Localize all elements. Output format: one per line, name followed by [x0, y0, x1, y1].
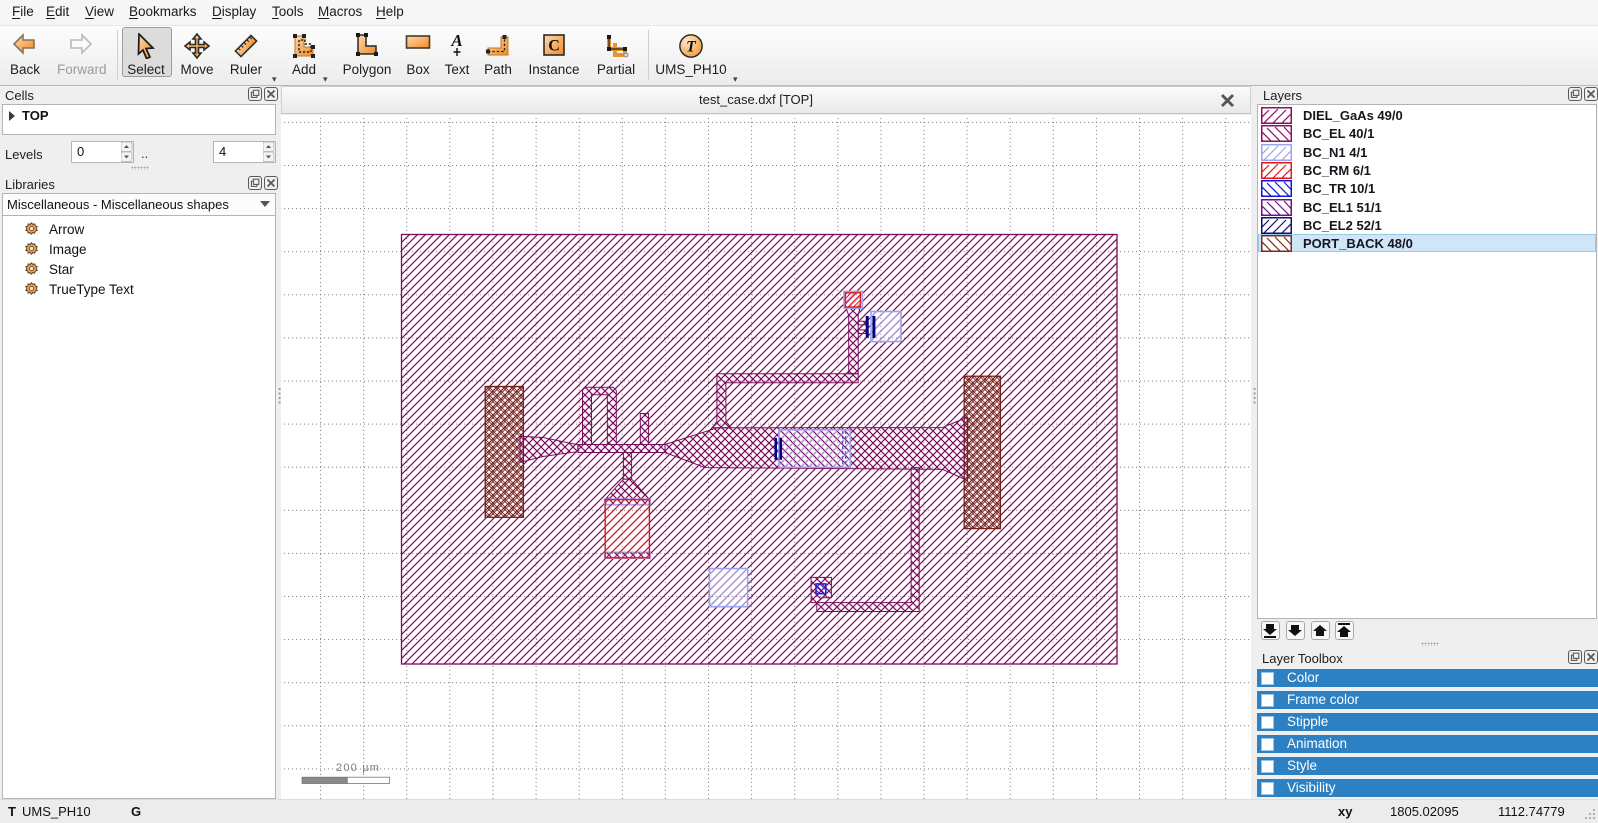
svg-text:T: T [686, 39, 697, 56]
svg-text:200 µm: 200 µm [336, 762, 380, 774]
svg-text:A: A [450, 33, 462, 50]
svg-text:C: C [548, 38, 560, 55]
